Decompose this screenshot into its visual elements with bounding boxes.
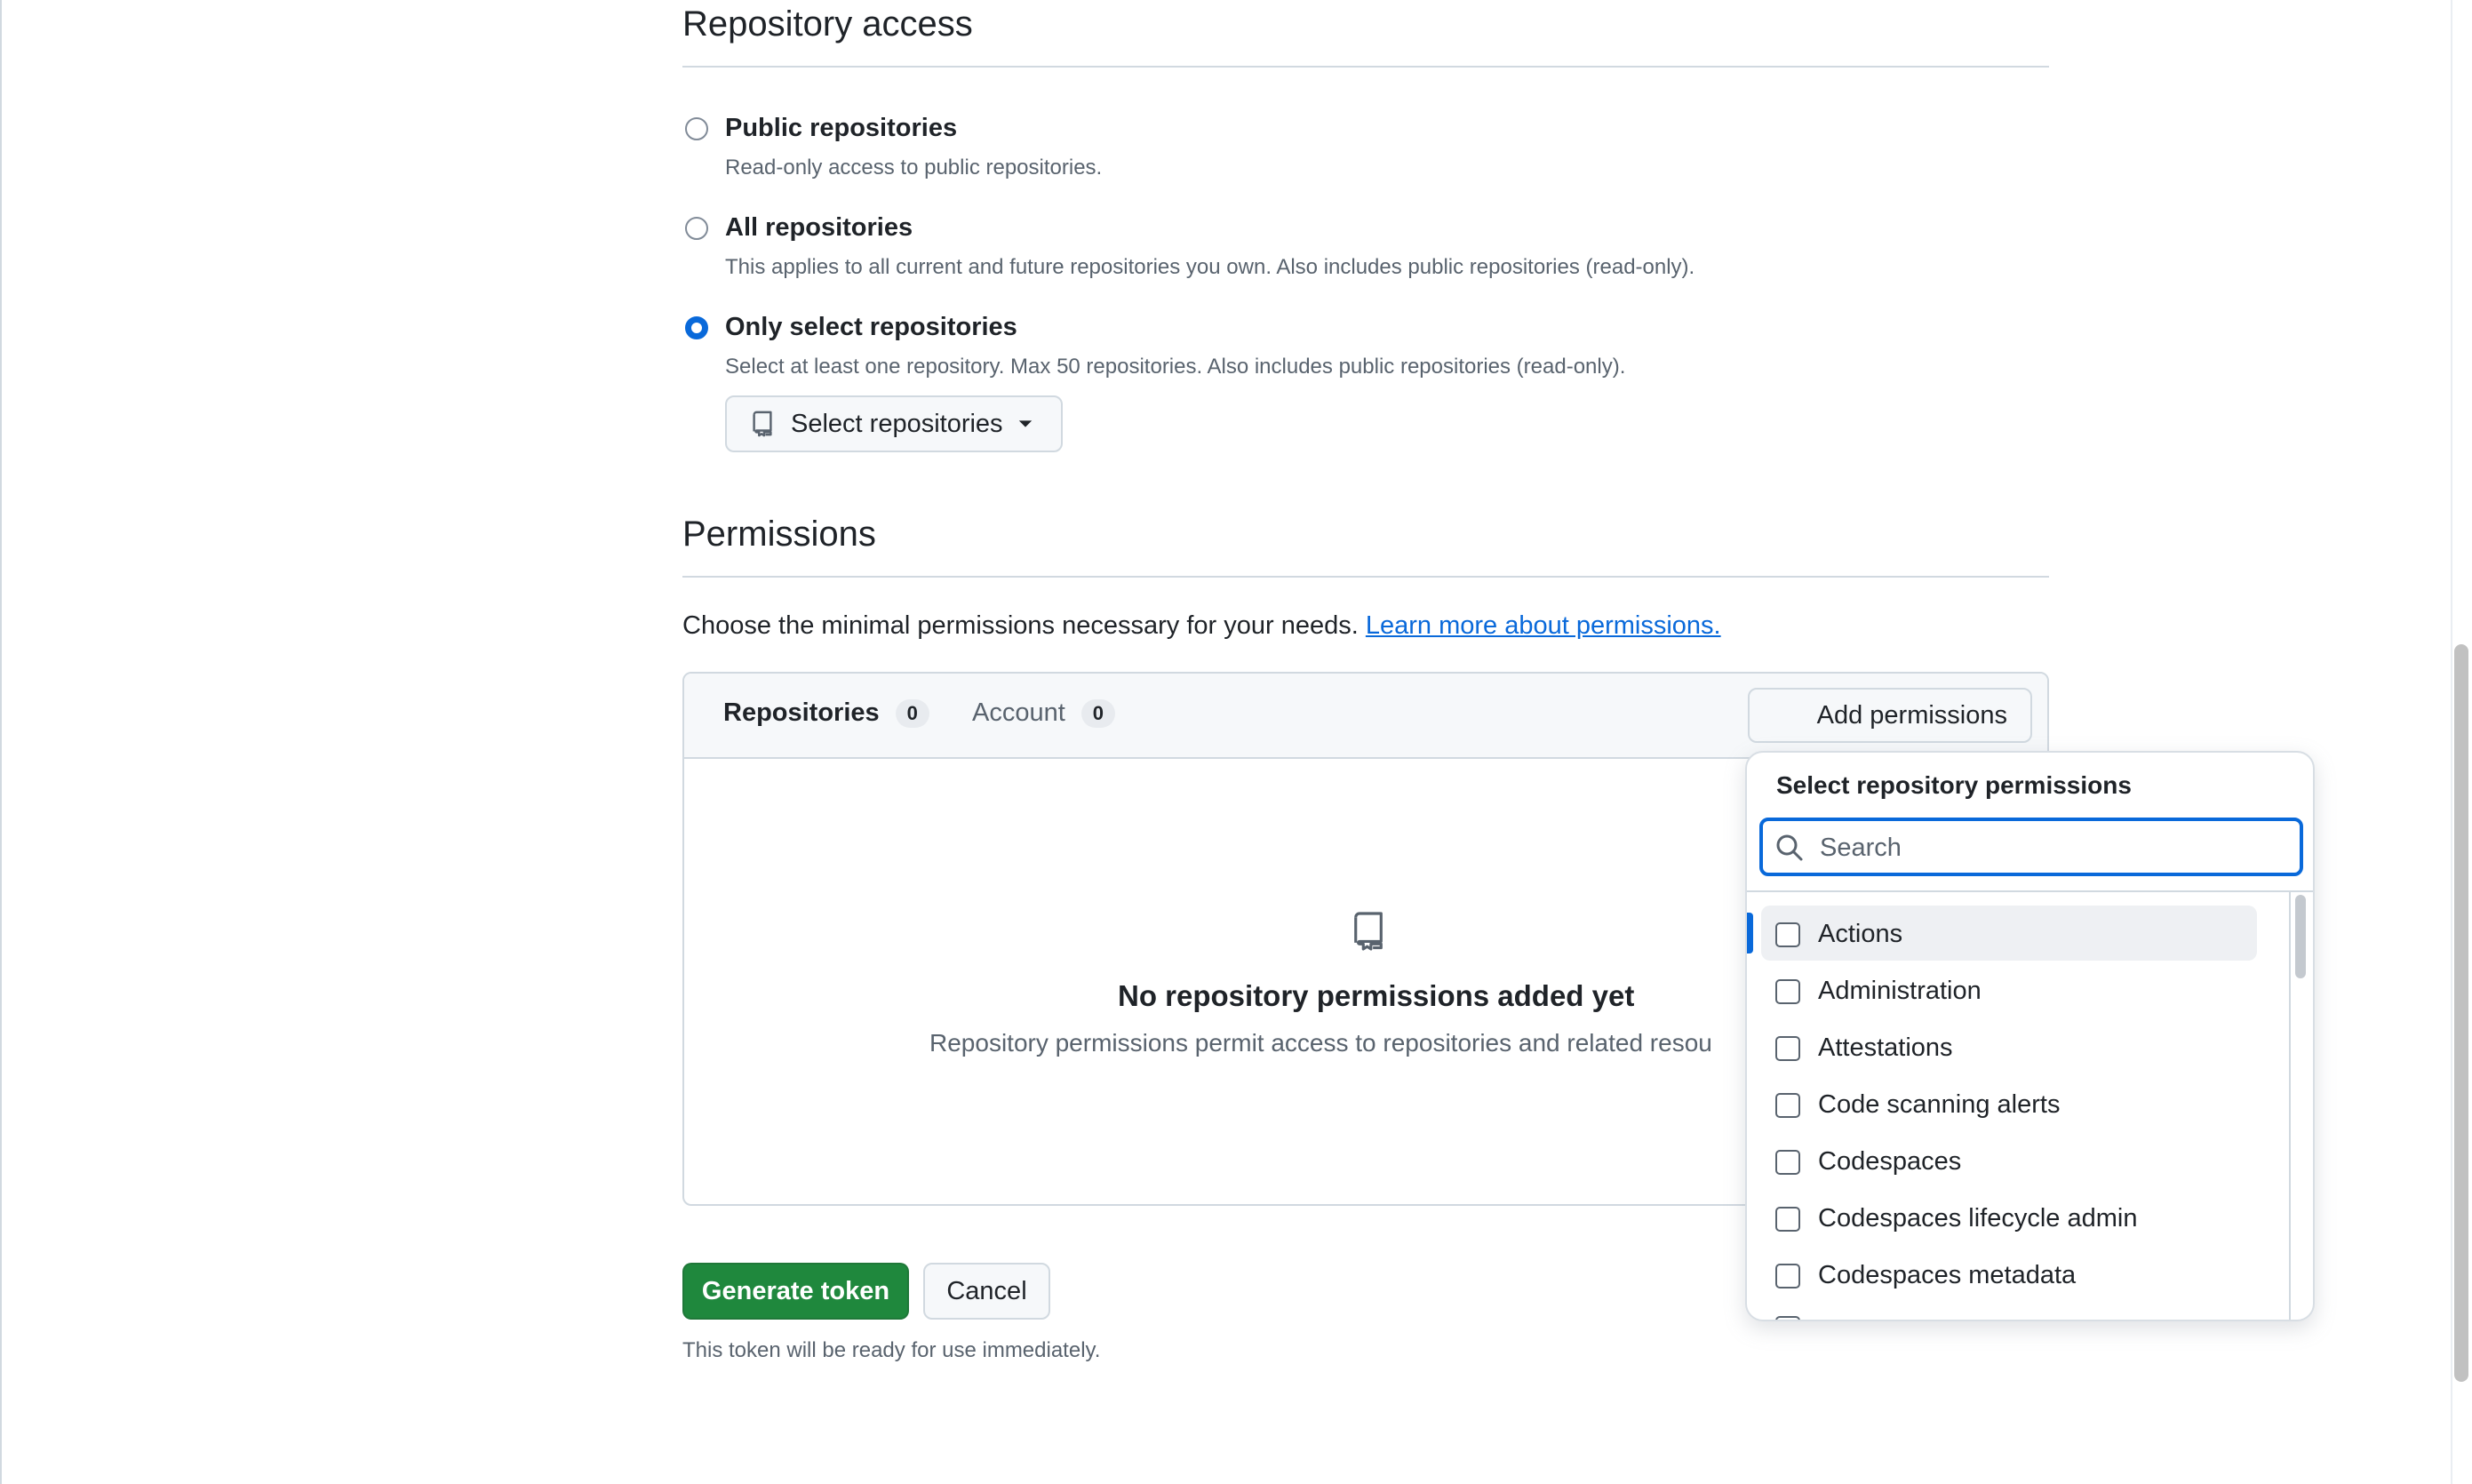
radio-all-repositories[interactable] bbox=[685, 217, 708, 240]
permission-label: Codespaces bbox=[1818, 1147, 1962, 1176]
tab-account-count: 0 bbox=[1081, 698, 1116, 728]
permissions-intro: Choose the minimal permissions necessary… bbox=[682, 611, 1721, 641]
tab-repositories[interactable]: Repositories 0 bbox=[723, 698, 929, 728]
all-repositories-label[interactable]: All repositories bbox=[725, 213, 913, 243]
permission-item-codespaces-metadata[interactable]: Codespaces metadata bbox=[1775, 1261, 2076, 1290]
permission-label: Attestations bbox=[1818, 1033, 1953, 1062]
section-divider bbox=[682, 576, 2049, 578]
cancel-button[interactable]: Cancel bbox=[923, 1263, 1050, 1320]
permission-item-administration[interactable]: Administration bbox=[1775, 977, 1982, 1006]
radio-only-select-repositories[interactable] bbox=[685, 316, 708, 339]
repo-icon bbox=[1351, 910, 1386, 957]
dropdown-scrollbar-track bbox=[2289, 892, 2291, 1320]
search-icon bbox=[1775, 834, 1804, 866]
tab-account-label: Account bbox=[972, 698, 1065, 727]
repository-access-title: Repository access bbox=[682, 4, 973, 44]
search-placeholder: Search bbox=[1820, 834, 1902, 862]
token-ready-note: This token will be ready for use immedia… bbox=[682, 1338, 1101, 1362]
dropdown-title: Select repository permissions bbox=[1776, 771, 2132, 799]
checkbox[interactable] bbox=[1775, 1206, 1800, 1232]
page-left-border bbox=[0, 0, 2, 1484]
page-scrollbar-track bbox=[2451, 0, 2452, 1484]
permission-item-codespaces-lifecycle-admin[interactable]: Codespaces lifecycle admin bbox=[1775, 1204, 2137, 1233]
permission-label: Codespaces metadata bbox=[1818, 1261, 2077, 1289]
all-repositories-description: This applies to all current and future r… bbox=[725, 255, 1695, 279]
dropdown-divider bbox=[1747, 890, 2313, 892]
add-permissions-button[interactable]: Add permissions bbox=[1748, 688, 2032, 743]
permission-label: Actions bbox=[1818, 920, 1903, 948]
repo-icon bbox=[750, 411, 775, 437]
empty-state-title: No repository permissions added yet bbox=[1118, 979, 1635, 1012]
checkbox[interactable] bbox=[1775, 978, 1800, 1004]
add-permissions-label: Add permissions bbox=[1816, 700, 2007, 730]
checkbox[interactable] bbox=[1775, 1092, 1800, 1118]
checkbox[interactable] bbox=[1775, 1035, 1800, 1061]
permission-label: Administration bbox=[1818, 977, 1982, 1005]
permission-item-code-scanning-alerts[interactable]: Code scanning alerts bbox=[1775, 1090, 2060, 1120]
only-select-repositories-label[interactable]: Only select repositories bbox=[725, 313, 1017, 342]
repository-permissions-dropdown: Select repository permissions Search Act… bbox=[1745, 751, 2315, 1321]
permissions-tabs-header: Repositories 0 Account 0 Add permissions bbox=[684, 674, 2047, 759]
select-repositories-button[interactable]: Select repositories bbox=[725, 395, 1063, 452]
permission-label: Code scanning alerts bbox=[1818, 1090, 2061, 1119]
tab-account[interactable]: Account 0 bbox=[972, 698, 1116, 728]
tab-repositories-label: Repositories bbox=[723, 698, 880, 727]
permissions-search-box[interactable]: Search bbox=[1759, 818, 2303, 876]
caret-down-icon bbox=[1017, 419, 1033, 429]
active-item-indicator bbox=[1747, 913, 1753, 953]
radio-public-repositories[interactable] bbox=[685, 117, 708, 140]
checkbox[interactable] bbox=[1775, 1149, 1800, 1175]
permissions-intro-text: Choose the minimal permissions necessary… bbox=[682, 611, 1359, 640]
select-repositories-label: Select repositories bbox=[791, 409, 1003, 438]
tab-repositories-count: 0 bbox=[895, 698, 929, 728]
public-repositories-description: Read-only access to public repositories. bbox=[725, 156, 1103, 180]
generate-token-button[interactable]: Generate token bbox=[682, 1263, 909, 1320]
checkbox[interactable] bbox=[1775, 922, 1800, 947]
permission-item-actions[interactable]: Actions bbox=[1775, 920, 1902, 949]
only-select-repositories-description: Select at least one repository. Max 50 r… bbox=[725, 355, 1626, 379]
permission-label: Codespaces lifecycle admin bbox=[1818, 1204, 2138, 1233]
learn-more-permissions-link[interactable]: Learn more about permissions. bbox=[1366, 611, 1721, 640]
page-scrollbar-thumb[interactable] bbox=[2454, 644, 2468, 1382]
empty-state-description: Repository permissions permit access to … bbox=[929, 1029, 1712, 1057]
checkbox[interactable] bbox=[1775, 1263, 1800, 1289]
checkbox-partial[interactable] bbox=[1775, 1316, 1800, 1320]
permissions-title: Permissions bbox=[682, 515, 876, 554]
permission-item-codespaces[interactable]: Codespaces bbox=[1775, 1147, 1961, 1177]
public-repositories-label[interactable]: Public repositories bbox=[725, 114, 957, 143]
dropdown-scrollbar-thumb[interactable] bbox=[2295, 895, 2306, 978]
permission-item-attestations[interactable]: Attestations bbox=[1775, 1033, 1953, 1063]
section-divider bbox=[682, 66, 2049, 68]
